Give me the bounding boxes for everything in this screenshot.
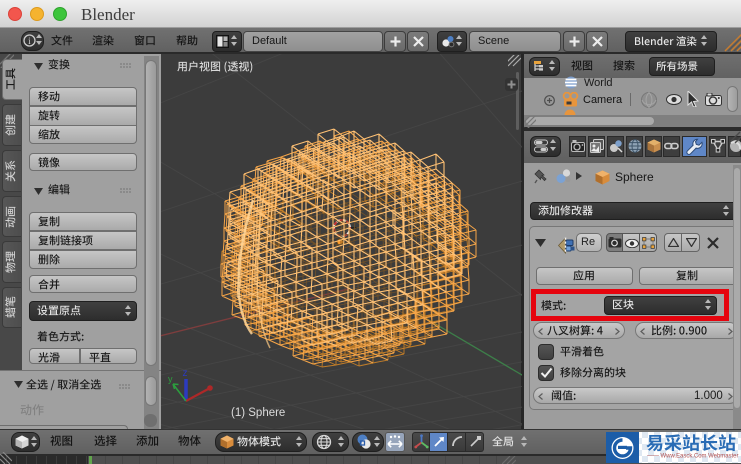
svg-text:i: i [28,37,31,47]
svg-text:y: y [168,374,173,384]
svg-text:z: z [183,368,188,379]
